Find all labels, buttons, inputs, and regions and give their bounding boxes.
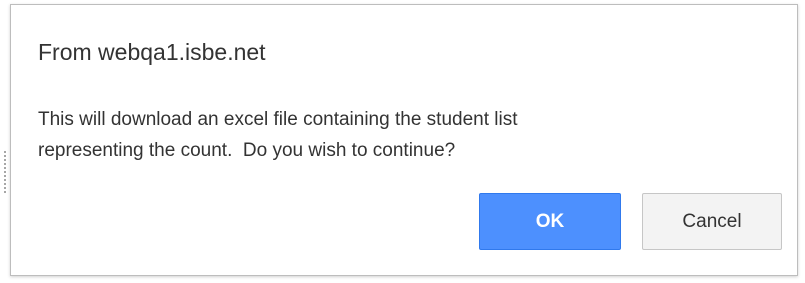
dialog-message-line-2: representing the count. Do you wish to c… — [38, 140, 456, 161]
cancel-button[interactable]: Cancel — [642, 193, 782, 250]
confirm-dialog: From webqa1.isbe.net This will download … — [10, 4, 798, 276]
page-background: From webqa1.isbe.net This will download … — [0, 0, 805, 283]
ok-button[interactable]: OK — [479, 193, 621, 250]
dialog-message-line-1: This will download an excel file contain… — [38, 109, 518, 130]
background-edge-marks — [4, 150, 6, 194]
dialog-message: This will download an excel file contain… — [38, 104, 758, 166]
dialog-title: From webqa1.isbe.net — [38, 39, 266, 65]
